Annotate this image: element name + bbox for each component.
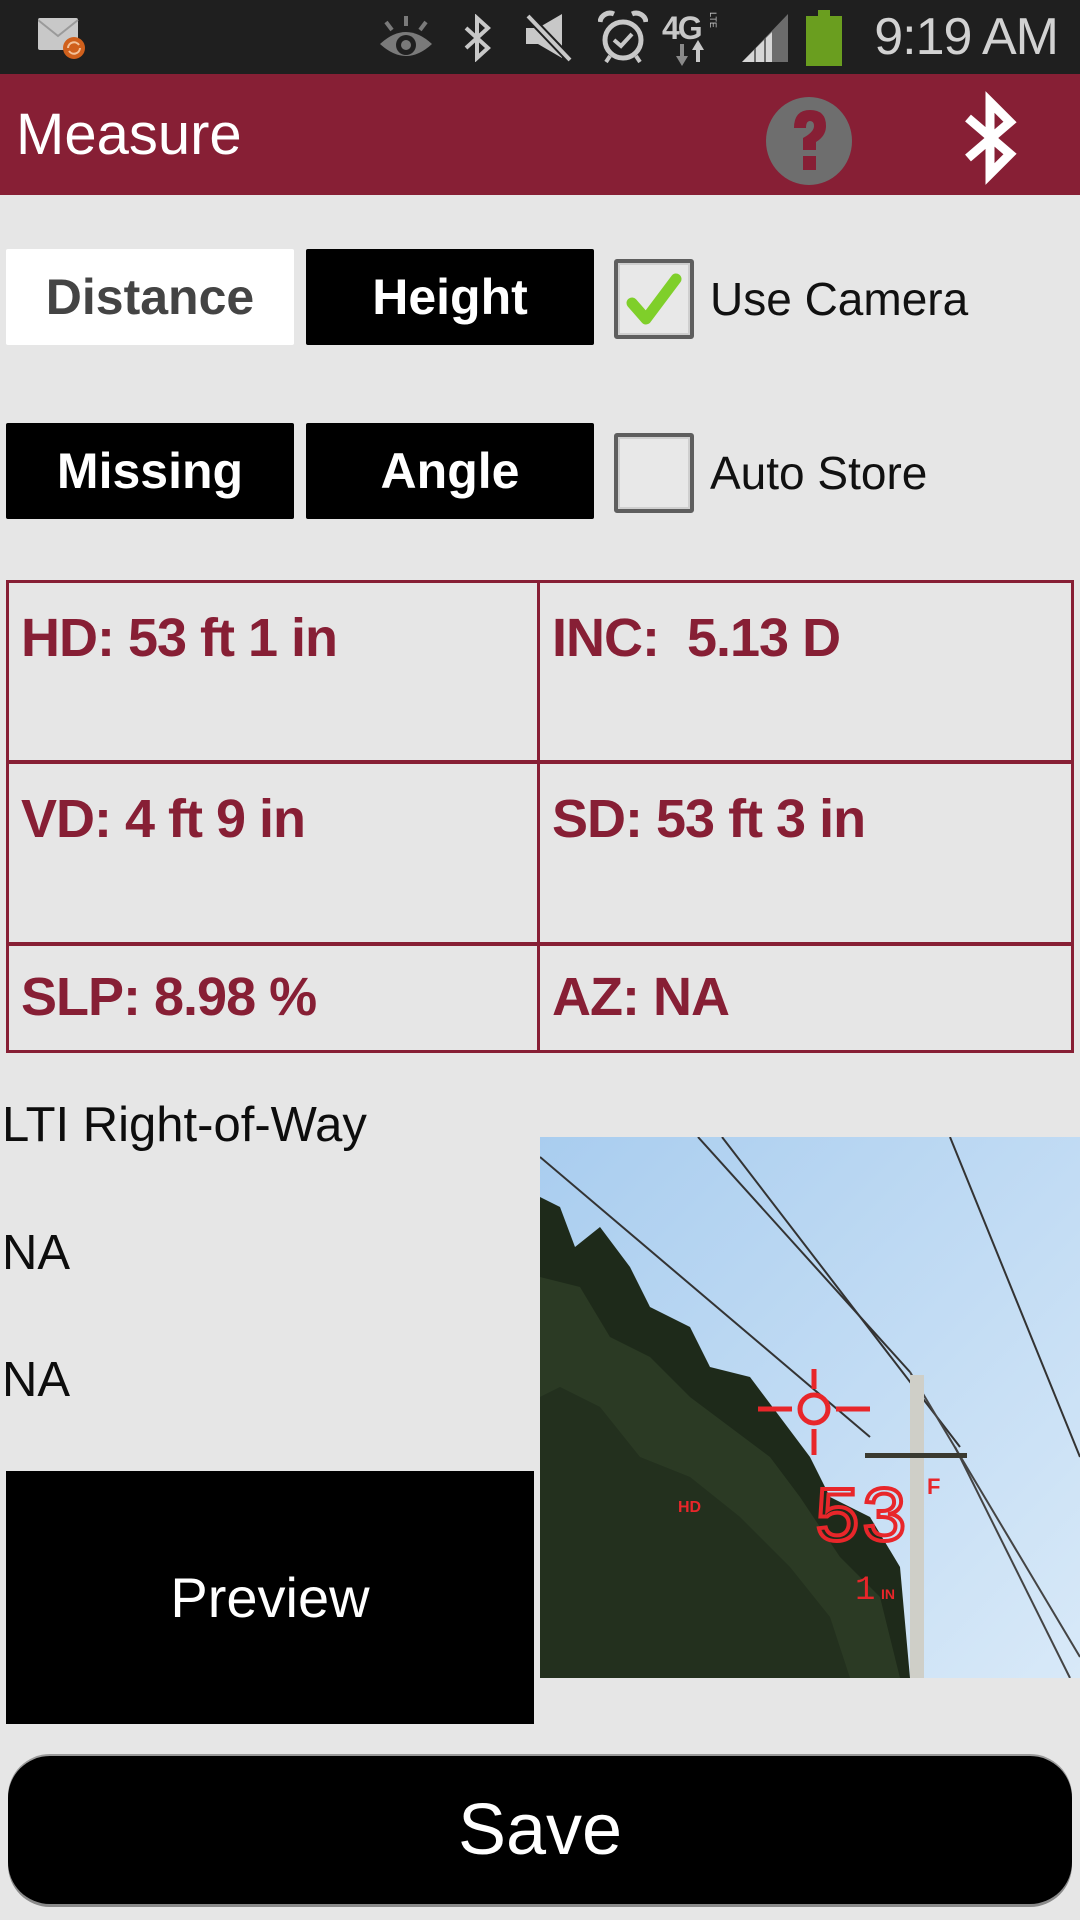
preview-button[interactable]: Preview — [6, 1471, 534, 1724]
auto-store-option[interactable]: Auto Store — [614, 428, 927, 518]
info-line-3: NA — [2, 1353, 71, 1407]
email-sync-icon — [38, 18, 85, 59]
reading-az: AZ: NA — [552, 967, 730, 1027]
page-title: Measure — [16, 102, 242, 167]
network-sub-label: LTE — [708, 12, 718, 28]
signal-icon — [742, 14, 788, 62]
reading-vd: VD: 4 ft 9 in — [9, 764, 540, 946]
mode-button-height[interactable]: Height — [306, 249, 594, 345]
overlay-small-unit: IN — [881, 1586, 895, 1602]
bluetooth-status-icon — [464, 14, 491, 62]
overlay-big-unit: F — [927, 1474, 940, 1499]
reading-hd: HD: 53 ft 1 in — [9, 583, 540, 764]
readings-grid: HD: 53 ft 1 in INC: 5.13 D VD: 4 ft 9 in… — [6, 580, 1074, 1053]
project-name: LTI Right-of-Way — [2, 1098, 367, 1152]
auto-store-checkbox[interactable] — [614, 433, 694, 513]
use-camera-checkbox[interactable] — [614, 259, 694, 339]
camera-image: HD 53 F 1 IN — [540, 1137, 1080, 1678]
4g-lte-icon: 4G LTE — [662, 10, 726, 66]
save-button[interactable]: Save — [8, 1756, 1072, 1904]
overlay-mode-label: HD — [678, 1499, 701, 1516]
mode-button-missing[interactable]: Missing — [6, 423, 294, 519]
checkmark-icon — [626, 273, 682, 325]
reading-inc: INC: 5.13 D — [540, 583, 1071, 764]
use-camera-option[interactable]: Use Camera — [614, 254, 968, 344]
auto-store-label: Auto Store — [710, 447, 928, 499]
reading-sd: SD: 53 ft 3 in — [540, 764, 1071, 946]
info-line-2: NA — [2, 1226, 71, 1280]
mute-icon — [525, 13, 575, 64]
bluetooth-button[interactable] — [940, 88, 1040, 188]
utility-pole — [910, 1375, 924, 1678]
overlay-small-value: 1 — [855, 1572, 875, 1610]
action-bar: Measure — [0, 74, 1080, 195]
eye-icon — [380, 16, 432, 56]
clock: 9:19 AM — [874, 8, 1059, 66]
mode-button-distance[interactable]: Distance — [6, 249, 294, 345]
bluetooth-icon — [965, 91, 1017, 185]
status-bar: 4G LTE 9:19 AM — [0, 0, 1080, 74]
overlay-big-value: 53 — [814, 1476, 908, 1564]
alarm-icon — [598, 10, 648, 64]
reading-slp: SLP: 8.98 % — [9, 946, 540, 1050]
mode-button-angle[interactable]: Angle — [306, 423, 594, 519]
help-icon — [766, 97, 852, 185]
battery-icon — [806, 10, 842, 66]
use-camera-label: Use Camera — [710, 273, 969, 325]
help-button[interactable] — [760, 90, 858, 188]
